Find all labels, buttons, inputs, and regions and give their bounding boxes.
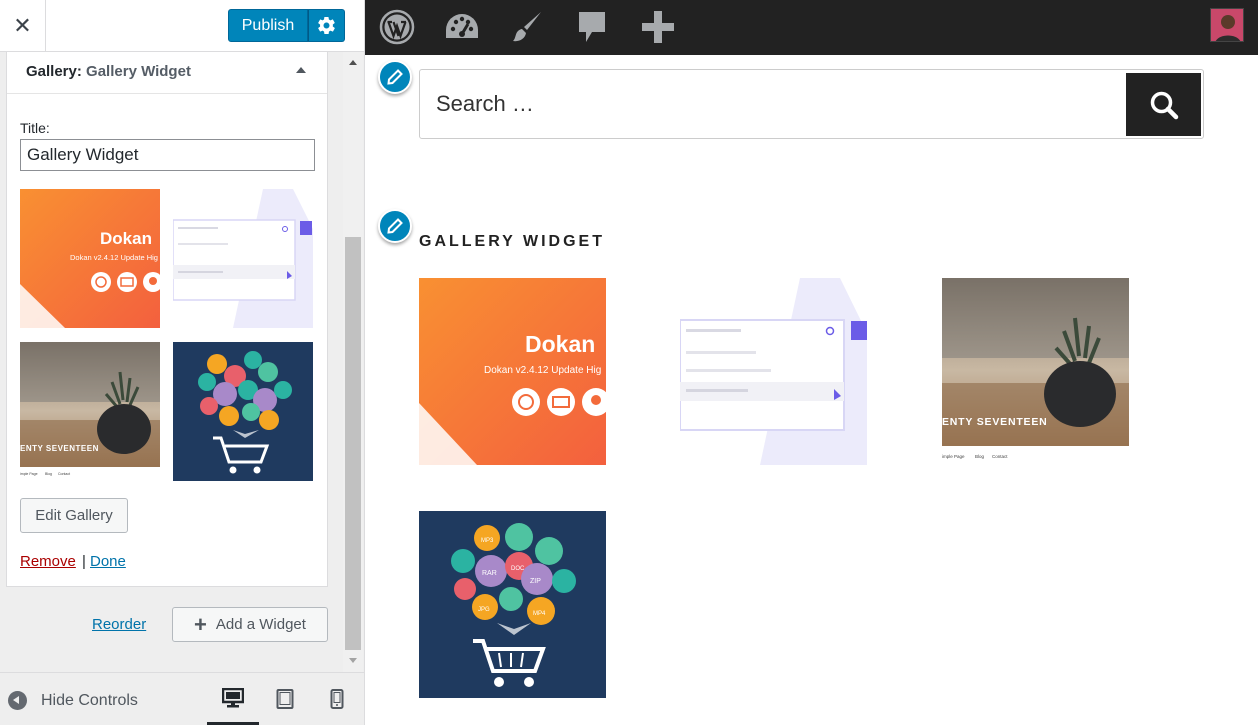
pencil-icon <box>387 69 403 85</box>
gear-icon <box>318 17 335 34</box>
adminbar-wordpress[interactable] <box>377 8 417 46</box>
theme-menu-item-2: Blog <box>45 472 52 476</box>
preview-tablet-button[interactable] <box>259 673 311 725</box>
desktop-icon <box>222 687 244 707</box>
search-form <box>419 69 1204 139</box>
theme-menu-item-3: Contact <box>992 454 1008 459</box>
edit-search-widget-shortcut[interactable] <box>378 60 412 94</box>
add-widget-label: Add a Widget <box>215 616 306 633</box>
add-widget-button[interactable]: + Add a Widget <box>172 607 328 642</box>
file-badge-mp4: MP4 <box>533 611 546 617</box>
theme-menu-item-1: imple Page <box>20 472 38 476</box>
dokan-banner-image: Dokan Dokan v2.4.12 Update Hig <box>20 189 160 328</box>
adminbar-appearance[interactable] <box>507 8 547 46</box>
plant-photo-image: ENTY SEVENTEEN imple Page Blog Contact <box>20 342 160 481</box>
customizer-footer: Hide Controls <box>0 672 364 725</box>
preview-mobile-button[interactable] <box>311 673 363 725</box>
search-input[interactable] <box>420 70 1125 138</box>
customizer-panel: Gallery: Gallery Widget Title: Gallery W… <box>0 52 345 672</box>
pencil-icon <box>387 218 403 234</box>
dokan-banner-image: Dokan Dokan v2.4.12 Update Hig <box>419 278 606 465</box>
widget-header[interactable]: Gallery: Gallery Widget <box>7 52 327 94</box>
customizer-header: ✕ Publish <box>0 0 364 52</box>
adminbar-new[interactable] <box>638 8 678 46</box>
close-icon: ✕ <box>13 13 32 38</box>
site-preview: GALLERY WIDGET Dokan Dokan v2.4.12 Updat… <box>365 0 1258 725</box>
publish-button[interactable]: Publish <box>228 9 308 42</box>
file-badge-jpg: JPG <box>478 607 490 613</box>
gallery-widget-heading: GALLERY WIDGET <box>419 233 605 250</box>
theme-caption: ENTY SEVENTEEN <box>942 416 1048 428</box>
scroll-up-arrow-icon[interactable] <box>349 60 357 65</box>
files-cart-image <box>173 342 313 481</box>
collapse-sidebar-icon <box>8 691 27 710</box>
scrollbar-thumb[interactable] <box>345 237 361 650</box>
wordpress-icon <box>379 9 415 45</box>
theme-menu-item-1: imple Page <box>942 454 965 459</box>
widget-type-name: Gallery <box>26 63 77 80</box>
publish-group: Publish <box>228 9 345 42</box>
file-badge-mp3: MP3 <box>481 538 494 544</box>
sidebar-scrollbar[interactable] <box>343 52 363 672</box>
edit-gallery-widget-shortcut[interactable] <box>378 209 412 243</box>
gallery-thumb-search-ui[interactable] <box>173 189 313 328</box>
search-ui-image <box>173 189 313 328</box>
widget-instance-title: Gallery Widget <box>86 63 191 80</box>
adminbar-comments[interactable] <box>572 8 612 46</box>
reorder-link[interactable]: Reorder <box>92 616 146 633</box>
plus-icon <box>642 11 674 43</box>
theme-menu-item-2: Blog <box>975 454 985 459</box>
gallery-widget-card: Gallery: Gallery Widget Title: Gallery W… <box>6 52 328 587</box>
preview-gallery-image-plant[interactable]: ENTY SEVENTEEN imple Page Blog Contact <box>942 278 1129 465</box>
gallery-thumb-files-cart[interactable] <box>173 342 313 481</box>
widget-title-separator: : <box>76 63 82 80</box>
collapse-arrow-icon[interactable] <box>295 64 307 76</box>
publish-settings-button[interactable] <box>308 9 345 42</box>
link-separator: | <box>82 553 86 570</box>
tablet-icon <box>276 689 294 709</box>
preview-gallery-image-files-cart[interactable]: MP3 DOC RAR ZIP MP4 JPG <box>419 511 606 698</box>
edit-gallery-button[interactable]: Edit Gallery <box>20 498 128 533</box>
remove-widget-link[interactable]: Remove <box>20 553 76 570</box>
file-badge-zip: ZIP <box>530 578 541 585</box>
title-field-label: Title: <box>20 120 50 136</box>
search-submit-button[interactable] <box>1126 73 1201 136</box>
dokan-subcaption: Dokan v2.4.12 Update Hig <box>70 253 158 262</box>
brush-icon <box>513 12 541 42</box>
search-ui-image <box>680 278 867 465</box>
user-avatar[interactable] <box>1210 8 1244 42</box>
theme-menu-item-3: Contact <box>58 472 70 476</box>
customize-icon <box>446 14 478 38</box>
mobile-icon <box>330 689 344 709</box>
gallery-thumb-plant[interactable]: ENTY SEVENTEEN imple Page Blog Contact <box>20 342 160 481</box>
file-badge-doc: DOC <box>511 566 525 572</box>
preview-gallery-image-dokan[interactable]: Dokan Dokan v2.4.12 Update Hig <box>419 278 606 465</box>
preview-gallery-image-search-ui[interactable] <box>680 278 867 465</box>
title-field[interactable] <box>20 139 315 171</box>
comments-icon <box>579 12 605 42</box>
plant-photo-image: ENTY SEVENTEEN imple Page Blog Contact <box>942 278 1129 465</box>
admin-bar <box>365 0 1258 55</box>
customizer-sidebar: ✕ Publish Gallery: Gallery Widget Title: <box>0 0 365 725</box>
avatar-image <box>1211 9 1243 41</box>
scroll-down-arrow-icon[interactable] <box>349 658 357 663</box>
dokan-subcaption: Dokan v2.4.12 Update Hig <box>484 365 601 376</box>
done-link[interactable]: Done <box>90 553 126 570</box>
dokan-logo-text: Dokan <box>100 229 152 248</box>
file-badge-rar: RAR <box>482 570 497 577</box>
close-customizer-button[interactable]: ✕ <box>0 0 46 52</box>
theme-caption: ENTY SEVENTEEN <box>20 444 99 453</box>
dokan-logo-text: Dokan <box>525 331 595 357</box>
search-icon <box>1150 91 1178 119</box>
hide-controls-button[interactable]: Hide Controls <box>8 691 138 710</box>
hide-controls-label: Hide Controls <box>41 691 138 709</box>
gallery-thumb-dokan[interactable]: Dokan Dokan v2.4.12 Update Hig <box>20 189 160 328</box>
adminbar-customize[interactable] <box>442 8 482 46</box>
widget-title: Gallery: Gallery Widget <box>26 63 191 80</box>
preview-desktop-button[interactable] <box>207 673 259 725</box>
files-cart-image: MP3 DOC RAR ZIP MP4 JPG <box>419 511 606 698</box>
plus-icon: + <box>194 611 207 637</box>
